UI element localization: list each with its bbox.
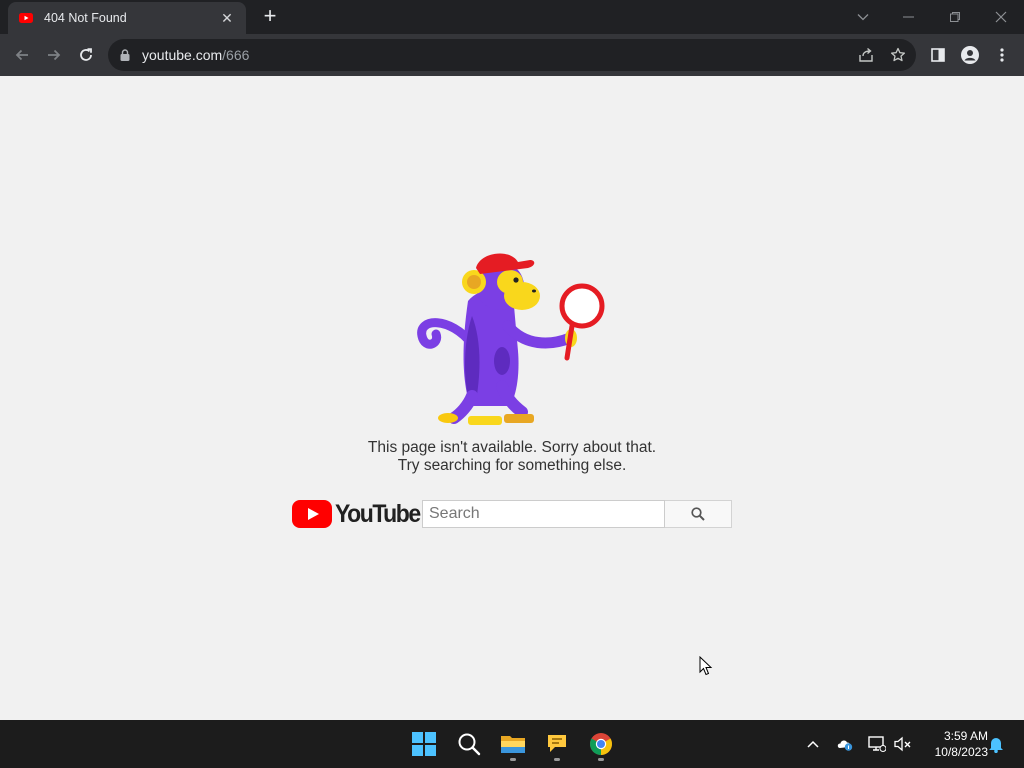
search-icon bbox=[691, 507, 705, 521]
monkey-illustration bbox=[417, 253, 605, 425]
youtube-play-icon bbox=[292, 500, 332, 528]
youtube-wordmark: YouTube bbox=[335, 499, 421, 528]
taskbar: 3:59 AM 10/8/2023 bbox=[0, 720, 1024, 768]
running-indicator bbox=[510, 758, 516, 761]
tab-search-icon[interactable] bbox=[840, 0, 886, 34]
search-input[interactable] bbox=[422, 500, 665, 528]
restore-button[interactable] bbox=[932, 0, 978, 34]
chevron-up-icon[interactable] bbox=[803, 734, 823, 754]
search-button[interactable] bbox=[665, 500, 732, 528]
browser-toolbar: youtube.com/666 bbox=[0, 34, 1024, 76]
profile-icon[interactable] bbox=[956, 41, 984, 69]
browser-tab[interactable]: 404 Not Found ✕ bbox=[8, 2, 246, 34]
search-icon[interactable] bbox=[451, 726, 487, 762]
error-message-line2: Try searching for something else. bbox=[397, 457, 627, 474]
notification-bell-icon[interactable] bbox=[986, 734, 1006, 754]
chrome-icon[interactable] bbox=[583, 726, 619, 762]
url-host: youtube.com bbox=[142, 47, 223, 63]
network-icon[interactable] bbox=[867, 734, 887, 754]
new-tab-button[interactable]: + bbox=[258, 5, 282, 28]
running-indicator bbox=[554, 758, 560, 761]
error-message-line1: This page isn't available. Sorry about t… bbox=[367, 439, 657, 456]
tab-title: 404 Not Found bbox=[44, 11, 127, 25]
file-explorer-icon[interactable] bbox=[495, 726, 531, 762]
feedback-icon[interactable] bbox=[539, 726, 575, 762]
share-icon[interactable] bbox=[856, 45, 876, 65]
volume-muted-icon[interactable] bbox=[893, 734, 913, 754]
search-row: YouTube bbox=[292, 498, 734, 530]
windows-start-icon[interactable] bbox=[406, 726, 442, 762]
lock-icon[interactable] bbox=[120, 49, 134, 61]
address-bar[interactable]: youtube.com/666 bbox=[108, 39, 916, 71]
star-icon[interactable] bbox=[888, 45, 908, 65]
clock-date: 10/8/2023 bbox=[934, 745, 988, 759]
minimize-button[interactable] bbox=[886, 0, 932, 34]
forward-icon[interactable] bbox=[40, 41, 68, 69]
reload-icon[interactable] bbox=[72, 41, 100, 69]
youtube-logo[interactable]: YouTube bbox=[292, 500, 427, 528]
menu-icon[interactable] bbox=[988, 41, 1016, 69]
youtube-favicon-icon bbox=[18, 10, 34, 26]
error-message: This page isn't available. Sorry about t… bbox=[262, 439, 762, 475]
clock[interactable]: 3:59 AM 10/8/2023 bbox=[918, 728, 988, 760]
close-window-button[interactable] bbox=[978, 0, 1024, 34]
clock-time: 3:59 AM bbox=[943, 729, 988, 743]
page-content: This page isn't available. Sorry about t… bbox=[0, 76, 1024, 720]
url-path: /666 bbox=[222, 47, 250, 63]
tab-strip: 404 Not Found ✕ + bbox=[0, 0, 1024, 34]
running-indicator bbox=[598, 758, 604, 761]
back-icon[interactable] bbox=[8, 41, 36, 69]
side-panel-icon[interactable] bbox=[924, 41, 952, 69]
mouse-cursor-icon bbox=[699, 656, 713, 676]
onedrive-icon[interactable] bbox=[835, 734, 855, 754]
tab-close-icon[interactable]: ✕ bbox=[218, 9, 236, 27]
